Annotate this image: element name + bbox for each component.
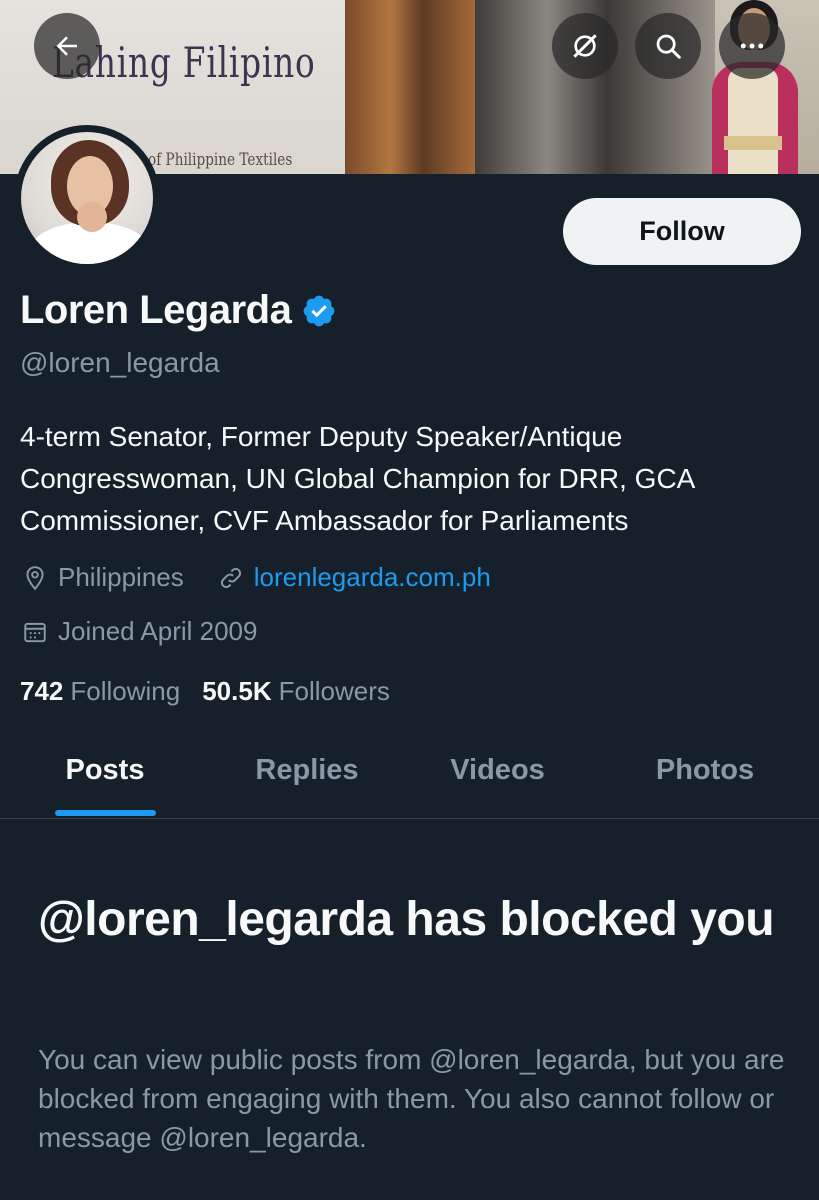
banner-textile-panel <box>345 0 475 174</box>
handle: @loren_legarda <box>20 347 220 378</box>
website-link[interactable]: lorenlegarda.com.ph <box>254 562 491 593</box>
avatar[interactable] <box>14 125 160 271</box>
display-name: Loren Legarda <box>20 288 292 332</box>
tab-videos[interactable]: Videos <box>425 754 570 787</box>
banner-figure-top <box>728 68 778 174</box>
banner-figure-belt <box>724 136 782 150</box>
grok-button[interactable] <box>552 13 618 79</box>
tab-replies[interactable]: Replies <box>232 754 382 787</box>
followers-label: Followers <box>278 676 390 706</box>
verified-badge-icon[interactable] <box>301 293 337 329</box>
name-row: Loren Legarda <box>20 288 337 333</box>
joined-row: Joined April 2009 <box>22 616 257 647</box>
tab-photos[interactable]: Photos <box>630 754 780 787</box>
blocked-description: You can view public posts from @loren_le… <box>38 1044 785 1153</box>
follow-stats: 742 Following 50.5K Followers <box>20 676 390 707</box>
grok-icon <box>573 34 597 58</box>
followers-stat[interactable]: 50.5K Followers <box>202 676 390 707</box>
bio: 4-term Senator, Former Deputy Speaker/An… <box>20 421 694 536</box>
link-icon <box>220 567 241 588</box>
blocked-title: @loren_legarda has blocked you <box>38 893 775 946</box>
followers-count: 50.5K <box>202 676 272 706</box>
profile-tabs: Posts Replies Videos Photos <box>0 740 819 819</box>
search-button[interactable] <box>635 13 701 79</box>
more-icon <box>740 43 764 49</box>
active-tab-indicator <box>55 810 156 816</box>
following-label: Following <box>70 676 181 706</box>
tab-posts[interactable]: Posts <box>40 754 170 787</box>
back-button[interactable] <box>34 13 100 79</box>
profile-meta-row: Philippines lorenlegarda.com.ph <box>22 562 491 593</box>
more-options-button[interactable] <box>719 13 785 79</box>
calendar-icon <box>24 622 46 642</box>
avatar-photo <box>21 132 153 264</box>
joined-date: Joined April 2009 <box>58 616 258 646</box>
follow-button[interactable]: Follow <box>563 198 801 265</box>
banner-subtitle-text: of Philippine Textiles <box>148 150 293 170</box>
location-text: Philippines <box>58 562 184 592</box>
following-count: 742 <box>20 676 64 706</box>
back-arrow-icon <box>56 36 77 56</box>
search-icon <box>656 34 681 59</box>
following-stat[interactable]: 742 Following <box>20 676 180 707</box>
avatar-hand <box>77 202 107 232</box>
location-pin-icon <box>26 565 44 590</box>
